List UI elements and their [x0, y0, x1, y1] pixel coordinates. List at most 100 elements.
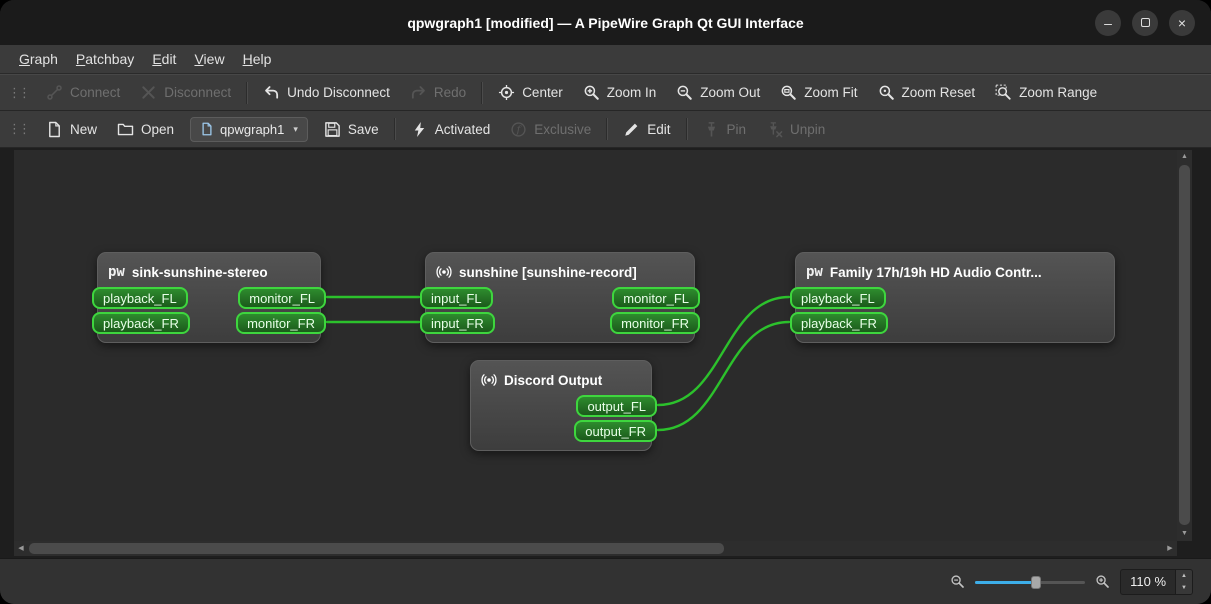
scroll-up-arrow[interactable]: ▲ [1177, 150, 1192, 164]
menu-edit[interactable]: Edit [143, 45, 185, 73]
redo-button[interactable]: Redo [400, 79, 476, 106]
spin-up-arrow[interactable]: ▲ [1176, 570, 1192, 582]
port-monitor-fr[interactable]: monitor_FR [610, 312, 700, 334]
exclusive-button[interactable]: f Exclusive [500, 116, 601, 143]
toolbar-separator [246, 81, 249, 104]
zoom-spinbox[interactable]: 110 % ▲ ▼ [1120, 568, 1193, 595]
menu-graph[interactable]: Graph [10, 45, 67, 73]
node-sink-sunshine-stereo[interactable]: pw sink-sunshine-stereo playback_FL play… [92, 252, 326, 343]
open-folder-icon [117, 123, 134, 135]
toolbar-grip[interactable]: ⋮⋮ [8, 121, 31, 137]
zoom-slider[interactable] [975, 574, 1086, 590]
redo-icon [411, 86, 425, 99]
exclusive-icon: f [511, 121, 526, 137]
toolbar-grip[interactable]: ⋮⋮ [8, 85, 31, 101]
save-button[interactable]: Save [314, 116, 389, 143]
window-controls: – × [1095, 0, 1195, 45]
scroll-left-arrow[interactable]: ◀ [14, 541, 28, 556]
ports-row: playback_FL playback_FR monitor_FL monit… [92, 285, 326, 342]
node-discord-output[interactable]: Discord Output output_FL output_FR [470, 360, 657, 451]
zoom-out-button[interactable]: Zoom Out [666, 79, 770, 106]
patchbay-file-value: qpwgraph1 [220, 121, 285, 137]
pin-button[interactable]: Pin [693, 116, 757, 143]
edit-label: Edit [647, 121, 671, 137]
maximize-button[interactable] [1132, 9, 1158, 36]
vertical-scroll-thumb[interactable] [1179, 165, 1190, 525]
zoom-fit-label: Zoom Fit [804, 85, 858, 100]
horizontal-scrollbar[interactable]: ◀ ▶ [14, 541, 1177, 556]
unpin-button[interactable]: Unpin [756, 116, 835, 143]
pipewire-icon: pw [806, 264, 823, 280]
new-button[interactable]: New [36, 116, 107, 143]
zoom-reset-icon [879, 85, 894, 100]
node-sunshine-record[interactable]: sunshine [sunshine-record] input_FL inpu… [420, 252, 700, 343]
port-output-fl[interactable]: output_FL [576, 395, 657, 417]
pin-icon [707, 121, 715, 136]
edit-button[interactable]: Edit [613, 116, 680, 143]
ports-row: playback_FL playback_FR [790, 285, 1114, 342]
zoom-fit-icon [781, 85, 797, 100]
app-window: qpwgraph1 [modified] — A PipeWire Graph … [0, 0, 1211, 604]
ports-row: input_FL input_FR monitor_FL monitor_FR [420, 285, 700, 342]
node-family-hd-audio[interactable]: pw Family 17h/19h HD Audio Contr... play… [790, 252, 1115, 343]
zoom-in-button[interactable]: Zoom In [573, 79, 667, 106]
scroll-down-arrow[interactable]: ▼ [1177, 527, 1192, 541]
port-playback-fl[interactable]: playback_FL [92, 287, 188, 309]
zoom-value[interactable]: 110 % [1121, 570, 1175, 594]
center-label: Center [522, 85, 563, 100]
spin-down-arrow[interactable]: ▼ [1176, 582, 1192, 594]
zoom-range-label: Zoom Range [1019, 85, 1098, 100]
port-playback-fr[interactable]: playback_FR [92, 312, 190, 334]
spin-buttons: ▲ ▼ [1175, 569, 1192, 594]
port-input-fl[interactable]: input_FL [420, 287, 493, 309]
minimize-button[interactable]: – [1095, 9, 1121, 36]
undo-button[interactable]: Undo Disconnect [253, 79, 400, 106]
svg-text:f: f [516, 124, 523, 135]
zoom-out-mini-icon[interactable] [950, 574, 965, 589]
port-input-fr[interactable]: input_FR [420, 312, 495, 334]
vertical-scrollbar[interactable]: ▲ ▼ [1177, 150, 1192, 541]
port-monitor-fl[interactable]: monitor_FL [612, 287, 700, 309]
toolbar-separator [685, 118, 688, 140]
connect-button[interactable]: Connect [36, 79, 130, 106]
zoom-in-mini-icon[interactable] [1095, 574, 1110, 589]
menubar: Graph Patchbay Edit View Help [0, 45, 1211, 74]
pipewire-icon: pw [108, 264, 125, 280]
zoom-reset-button[interactable]: Zoom Reset [868, 79, 986, 106]
new-file-icon [49, 121, 60, 137]
port-monitor-fl[interactable]: monitor_FL [238, 287, 326, 309]
menu-help[interactable]: Help [234, 45, 281, 73]
disconnect-label: Disconnect [164, 85, 232, 100]
zoom-out-icon [677, 85, 693, 100]
port-playback-fl[interactable]: playback_FL [790, 287, 886, 309]
port-playback-fr[interactable]: playback_FR [790, 312, 888, 334]
zoom-range-button[interactable]: Zoom Range [985, 79, 1107, 106]
connect-icon [47, 85, 62, 100]
activated-button[interactable]: Activated [401, 116, 501, 143]
menu-patchbay[interactable]: Patchbay [67, 45, 143, 73]
toolbar-separator [606, 118, 609, 140]
horizontal-scroll-thumb[interactable] [29, 543, 724, 554]
zoom-slider-handle[interactable] [1030, 575, 1041, 589]
port-output-fr[interactable]: output_FR [574, 420, 657, 442]
center-icon [499, 84, 515, 101]
close-button[interactable]: × [1169, 9, 1195, 36]
ports-row: output_FL output_FR [471, 393, 657, 450]
menu-view[interactable]: View [185, 45, 233, 73]
activated-icon [414, 121, 424, 137]
toolbar-file: ⋮⋮ New Open qpwgraph1 ▾ Save Activated f… [0, 111, 1211, 148]
workarea: pw sink-sunshine-stereo playback_FL play… [0, 148, 1211, 558]
scroll-right-arrow[interactable]: ▶ [1163, 541, 1177, 556]
center-button[interactable]: Center [488, 79, 573, 106]
stream-icon [436, 264, 452, 280]
port-monitor-fr[interactable]: monitor_FR [236, 312, 326, 334]
graph-canvas[interactable]: pw sink-sunshine-stereo playback_FL play… [14, 150, 1177, 541]
toolbar-graph: ⋮⋮ Connect Disconnect Undo Disconnect Re… [0, 74, 1211, 111]
zoom-fit-button[interactable]: Zoom Fit [770, 79, 867, 106]
patchbay-file-combo[interactable]: qpwgraph1 ▾ [190, 116, 308, 142]
open-button[interactable]: Open [107, 116, 184, 143]
titlebar[interactable]: qpwgraph1 [modified] — A PipeWire Graph … [0, 0, 1211, 45]
window-title: qpwgraph1 [modified] — A PipeWire Graph … [407, 14, 804, 31]
disconnect-button[interactable]: Disconnect [130, 79, 241, 106]
zoom-reset-label: Zoom Reset [901, 85, 976, 100]
